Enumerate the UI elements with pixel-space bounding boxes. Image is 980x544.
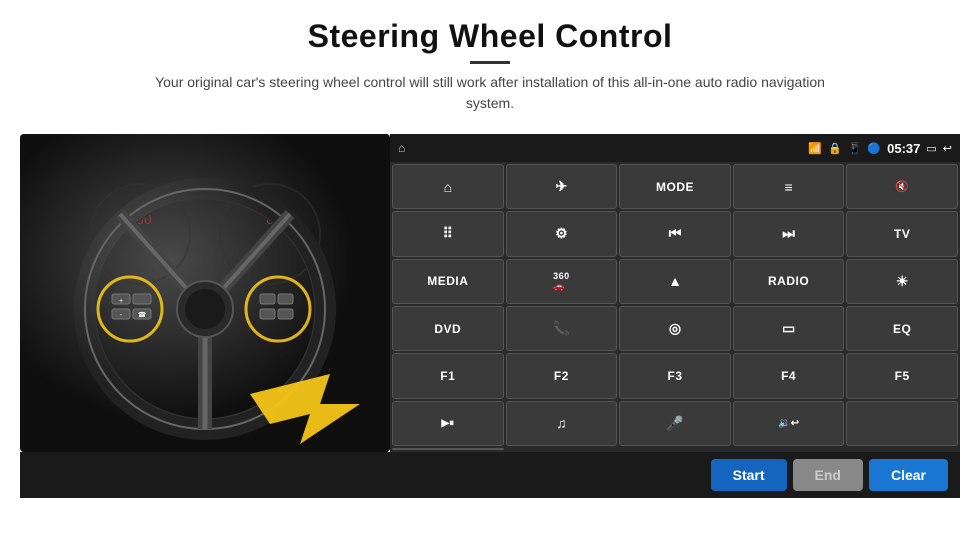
mute-button[interactable]: 🔇	[846, 164, 958, 209]
music-button[interactable]: ♫	[506, 401, 618, 446]
page-wrapper: Steering Wheel Control Your original car…	[0, 0, 980, 544]
tv-button[interactable]: TV	[846, 211, 958, 256]
content-area: 180 8 +	[20, 134, 960, 452]
radio-button[interactable]: RADIO	[733, 259, 845, 304]
navigate-button[interactable]: ✈	[506, 164, 618, 209]
playpause-button[interactable]: ▶⏸	[392, 401, 504, 446]
title-divider	[470, 61, 510, 64]
empty2-button	[392, 448, 504, 450]
page-title: Steering Wheel Control	[140, 18, 840, 55]
steering-wheel-image: 180 8 +	[20, 134, 390, 452]
phone-button[interactable]: 📞	[506, 306, 618, 351]
button-grid: ⌂ ✈ MODE ≡ 🔇 ⠿ ⚙ ⏮ ⏭ TV MEDIA 360🚗 ▲ RAD…	[390, 162, 960, 452]
settings-button[interactable]: ⚙	[506, 211, 618, 256]
home-button[interactable]: ⌂	[392, 164, 504, 209]
status-left: ⌂	[398, 141, 405, 155]
f2-button[interactable]: F2	[506, 353, 618, 398]
eq-button[interactable]: EQ	[846, 306, 958, 351]
prev-button[interactable]: ⏮	[619, 211, 731, 256]
status-time: 05:37	[887, 141, 920, 156]
next-button[interactable]: ⏭	[733, 211, 845, 256]
dvd-button[interactable]: DVD	[392, 306, 504, 351]
empty1-button	[846, 401, 958, 446]
status-bar: ⌂ 📶 🔒 📱 🔵 05:37 ▭ ↩	[390, 134, 960, 162]
bt-icon: 🔵	[867, 142, 881, 155]
nav2-button[interactable]: ◎	[619, 306, 731, 351]
end-button[interactable]: End	[793, 459, 863, 491]
media-button[interactable]: MEDIA	[392, 259, 504, 304]
f3-button[interactable]: F3	[619, 353, 731, 398]
title-section: Steering Wheel Control Your original car…	[140, 18, 840, 128]
wifi-icon: 📶	[808, 142, 822, 155]
f5-button[interactable]: F5	[846, 353, 958, 398]
cast-icon: ▭	[926, 142, 936, 155]
clear-button[interactable]: Clear	[869, 459, 948, 491]
home-status-icon: ⌂	[398, 141, 405, 155]
lock-icon: 🔒	[828, 142, 842, 155]
camera360-button[interactable]: 360🚗	[506, 259, 618, 304]
f4-button[interactable]: F4	[733, 353, 845, 398]
action-bar: Start End Clear	[20, 452, 960, 498]
svg-text:+: +	[119, 298, 123, 305]
eject-button[interactable]: ▲	[619, 259, 731, 304]
mode-button[interactable]: MODE	[619, 164, 731, 209]
back-icon: ↩	[943, 142, 952, 155]
brightness-button[interactable]: ☀	[846, 259, 958, 304]
status-right: 📶 🔒 📱 🔵 05:37 ▭ ↩	[808, 141, 952, 156]
screen-button[interactable]: ▭	[733, 306, 845, 351]
sim-icon: 📱	[848, 142, 862, 155]
svg-text:☎: ☎	[138, 311, 147, 319]
control-panel: ⌂ 📶 🔒 📱 🔵 05:37 ▭ ↩ ⌂ ✈ MODE ≡	[390, 134, 960, 452]
f1-button[interactable]: F1	[392, 353, 504, 398]
page-subtitle: Your original car's steering wheel contr…	[140, 72, 840, 114]
apps-button[interactable]: ⠿	[392, 211, 504, 256]
volphone-button[interactable]: 🔉↩	[733, 401, 845, 446]
mic-button[interactable]: 🎤	[619, 401, 731, 446]
start-button[interactable]: Start	[711, 459, 787, 491]
menu-button[interactable]: ≡	[733, 164, 845, 209]
